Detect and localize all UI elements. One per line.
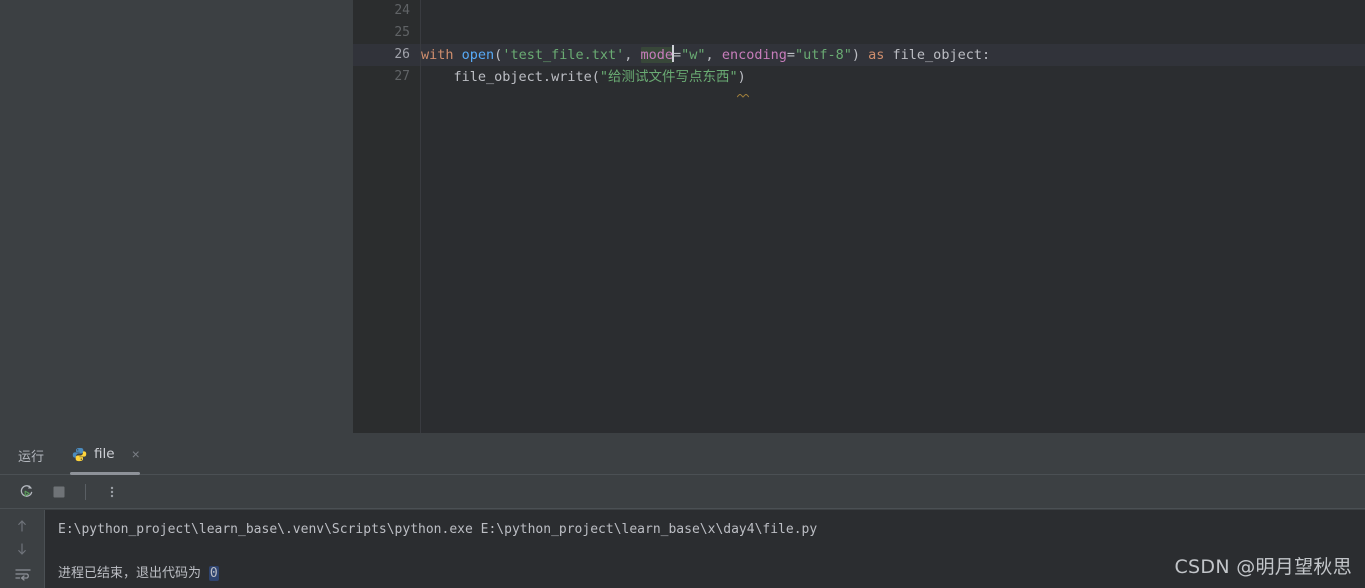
intention-bulb-icon[interactable]	[430, 24, 525, 63]
token-keyword-as: as	[860, 47, 893, 63]
token-keyword-with: with	[421, 47, 454, 63]
console-exit-line: 进程已结束，退出代码为 0	[58, 541, 1365, 581]
token-string-path: 'test_file.txt'	[502, 47, 625, 63]
exit-message: 进程已结束，退出代码为	[58, 566, 209, 581]
console-command-line: E:\python_project\learn_base\.venv\Scrip…	[58, 522, 818, 537]
watermark: CSDN @明月望秋思	[1174, 556, 1352, 578]
line-number: 25	[394, 25, 410, 40]
token-identifier-fileobject: file_object	[453, 69, 543, 85]
code-line-27[interactable]: file_object.write("给测试文件写点东西")	[421, 66, 1365, 98]
ide-window: 24 25 26 27 with open('test_file.txt', m…	[0, 0, 1365, 588]
token-string-mode: "w"	[681, 47, 706, 63]
scroll-up-icon[interactable]	[14, 518, 30, 534]
line-number: 24	[394, 3, 410, 18]
console-lines: E:\python_project\learn_base\.venv\Scrip…	[58, 510, 1365, 588]
run-tab-file[interactable]: file ×	[66, 433, 146, 475]
warning-squiggle	[736, 83, 750, 98]
close-icon[interactable]: ×	[132, 447, 140, 461]
run-toolbar	[0, 475, 1365, 509]
gutter-row: 27	[353, 66, 420, 88]
code-pane[interactable]: with open('test_file.txt', mode="w", enc…	[421, 0, 1365, 433]
gutter-row: 26	[353, 44, 420, 66]
run-tool-window: 运行 file × E:\python_project\learn_base\.…	[0, 433, 1365, 588]
token-dot: .	[542, 69, 552, 85]
gutter-row: 25	[353, 22, 420, 44]
python-icon	[72, 447, 87, 462]
more-options-icon[interactable]	[102, 482, 122, 502]
token-comma: ,	[705, 47, 722, 63]
code-line-25	[421, 22, 1365, 63]
run-window-title: 运行	[18, 450, 45, 465]
console-output[interactable]: E:\python_project\learn_base\.venv\Scrip…	[0, 510, 1365, 588]
console-gutter	[0, 510, 44, 588]
stop-icon[interactable]	[49, 482, 69, 502]
console-gutter-separator	[44, 510, 45, 588]
editor-area: 24 25 26 27 with open('test_file.txt', m…	[0, 0, 1365, 433]
soft-wrap-icon[interactable]	[14, 566, 31, 582]
token-function-open: open	[461, 47, 495, 63]
toolbar-divider	[85, 483, 86, 500]
token-string-cjk: "给测试文件写点东西"	[599, 69, 738, 85]
rerun-icon[interactable]	[16, 482, 36, 502]
code-line-26[interactable]: with open('test_file.txt', mode="w", enc…	[421, 44, 1365, 66]
token-kwarg-encoding: encoding	[721, 47, 787, 63]
editor-gutter[interactable]: 24 25 26 27	[353, 0, 420, 433]
left-tool-pane	[0, 0, 353, 433]
token-string-encoding: "utf-8"	[794, 47, 852, 63]
token-method-write: write	[551, 69, 592, 85]
token-identifier-fileobject: file_object	[892, 47, 982, 63]
token-comma: ,	[624, 47, 641, 63]
scroll-down-icon[interactable]	[14, 541, 30, 557]
line-number: 27	[394, 69, 410, 84]
run-header: 运行 file ×	[0, 433, 1365, 475]
token-equals: =	[786, 47, 795, 63]
line-number: 26	[394, 47, 410, 62]
token-colon: :	[981, 47, 991, 63]
token-paren-open: (	[591, 69, 600, 85]
token-equals: =	[673, 47, 682, 63]
token-kwarg-mode: mode	[640, 47, 674, 63]
gutter-row: 24	[353, 0, 420, 22]
exit-code: 0	[208, 566, 219, 581]
run-tab-label: file	[94, 446, 115, 462]
token-paren-close: )	[851, 47, 861, 63]
